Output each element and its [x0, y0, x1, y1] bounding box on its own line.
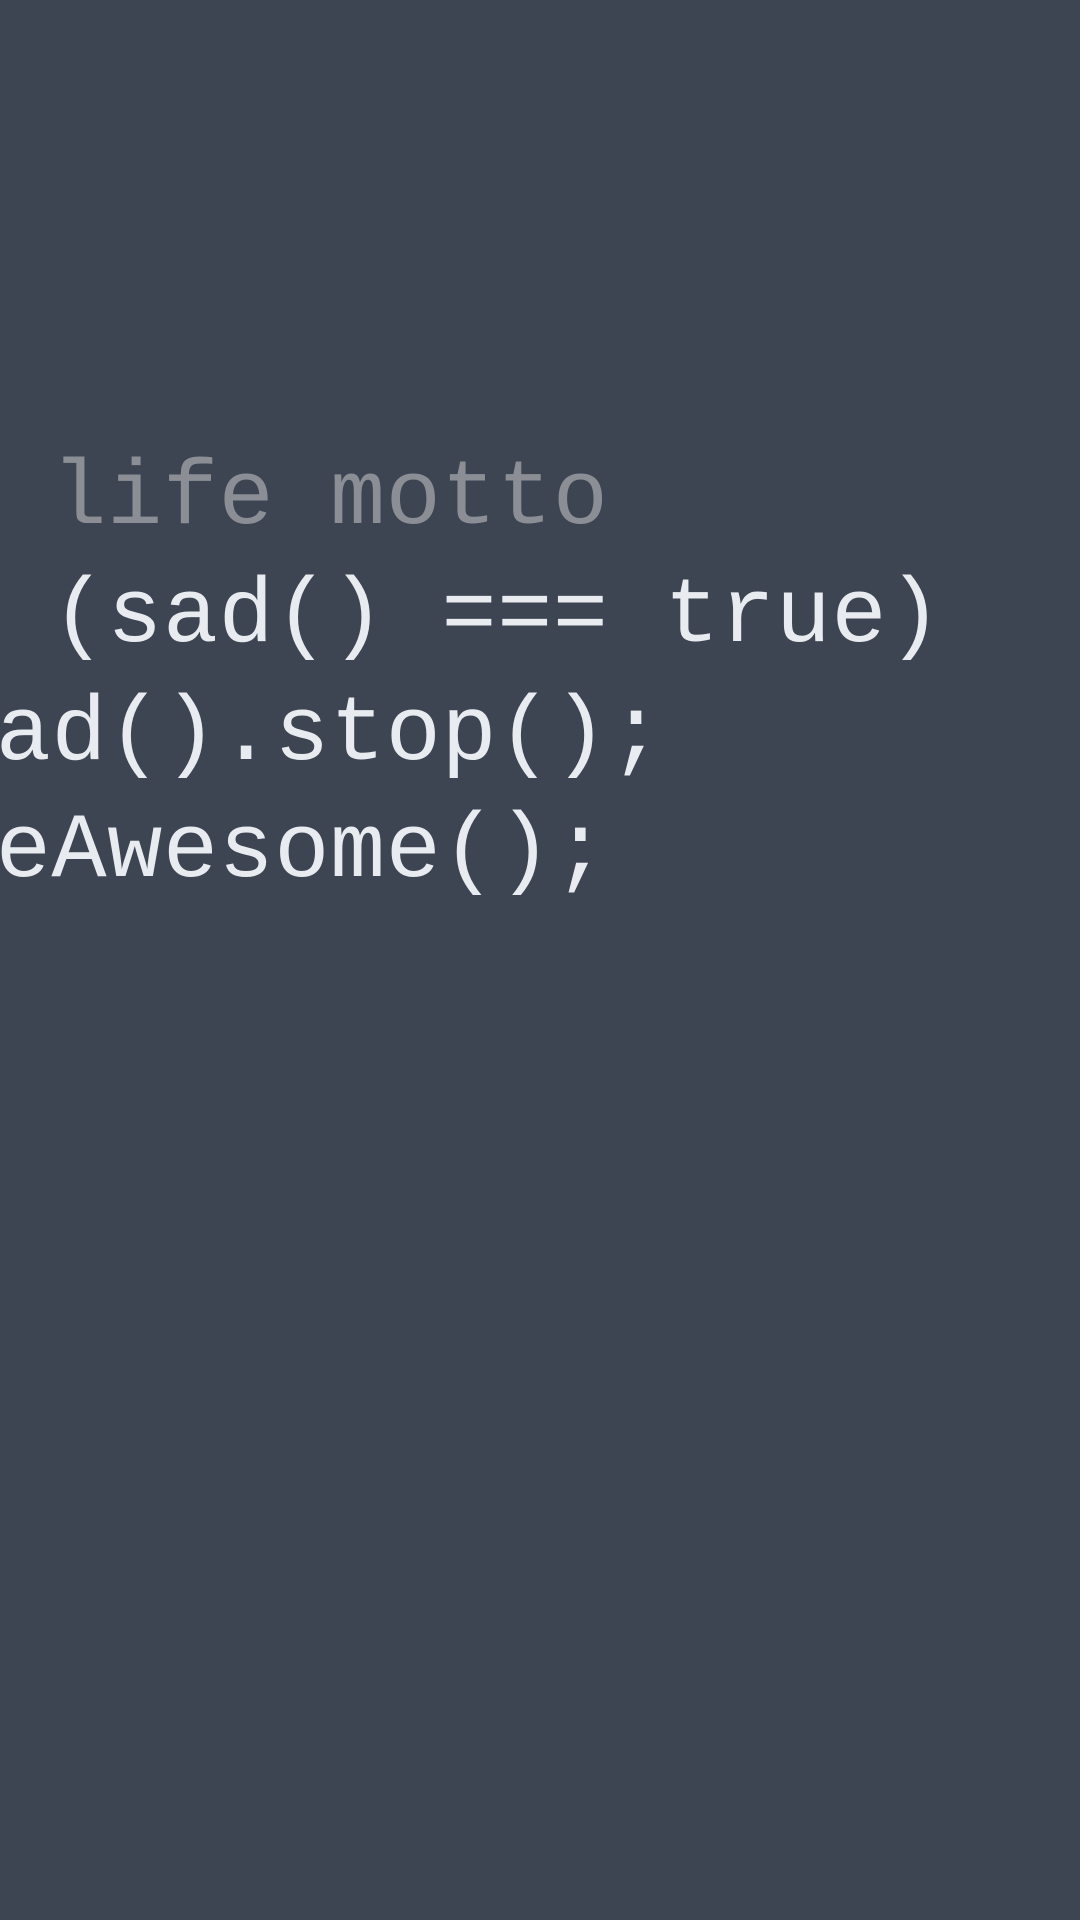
if-statement-line: f (sad() === true) — [0, 558, 943, 676]
code-snippet: / life motto f (sad() === true) sad().st… — [0, 440, 943, 911]
comment-line: / life motto — [0, 440, 943, 558]
stop-call-line: sad().stop(); — [0, 676, 943, 794]
awesome-call-line: beAwesome(); — [0, 793, 943, 911]
